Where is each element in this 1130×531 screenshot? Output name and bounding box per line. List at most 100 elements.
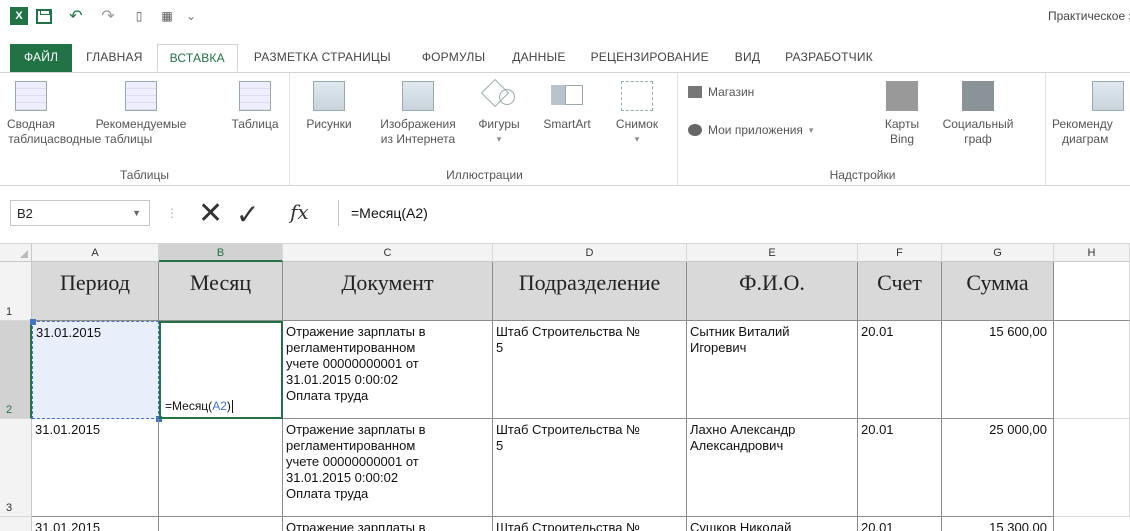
tab-data[interactable]: ДАННЫЕ [500,44,577,72]
recommended-pivot-button[interactable]: Рекомендуемые сводные таблицы [54,81,196,147]
cell-a3[interactable]: 31.01.2015 [32,419,159,517]
header-account[interactable]: Счет [858,262,942,321]
insert-function-icon[interactable]: fx [290,200,309,224]
header-month[interactable]: Месяц [159,262,283,321]
doc-line: 31.01.2015 0:00:02 [286,372,399,387]
addins-group: Магазин Мои приложения ▾ Карты Bing Соци… [680,73,1046,185]
column-header-d[interactable]: D [493,244,687,262]
cell-f2[interactable]: 20.01 [858,321,942,419]
enter-formula-icon[interactable]: ✓ [236,198,259,231]
cell-c4[interactable]: Отражение зарплаты в [283,517,493,531]
tab-formulas[interactable]: ФОРМУЛЫ [407,44,500,72]
table-button[interactable]: Таблица [224,81,286,132]
store-button[interactable]: Магазин [688,85,754,99]
cell-h3[interactable] [1054,419,1130,517]
social-graph-button[interactable]: Социальный граф [934,81,1022,147]
tab-review[interactable]: РЕЦЕНЗИРОВАНИЕ [578,44,722,72]
tab-page-layout[interactable]: РАЗМЕТКА СТРАНИЦЫ [238,44,407,72]
header-document[interactable]: Документ [283,262,493,321]
header-period[interactable]: Период [32,262,159,321]
cell-e4[interactable]: Сушков Николай [687,517,858,531]
edit-suffix: ) [226,399,231,413]
cell-e2[interactable]: Сытник Виталий Игоревич [687,321,858,419]
header-division[interactable]: Подразделение [493,262,687,321]
excel-logo-icon[interactable]: X [10,7,28,25]
row-header-1[interactable]: 1 [0,262,32,321]
cell-d2[interactable]: Штаб Строительства № 5 [493,321,687,419]
pictures-button[interactable]: Рисунки [298,81,360,132]
cell-b4[interactable] [159,517,283,531]
header-fio[interactable]: Ф.И.О. [687,262,858,321]
shapes-button[interactable]: Фигуры ▾ [472,78,526,147]
my-apps-label: Мои приложения [708,123,803,137]
form-icon[interactable]: ▦ [158,7,176,25]
tab-file[interactable]: ФАЙЛ [10,44,73,72]
cell-e3[interactable]: Лахно Александр Александрович [687,419,858,517]
row-header-3[interactable]: 3 [0,419,32,517]
redo-icon[interactable]: ↷ [96,7,120,25]
cell-f4[interactable]: 20.01 [858,517,942,531]
doc-line: регламентированном [286,438,416,453]
cell-h2[interactable] [1054,321,1130,419]
cell-g3[interactable]: 25 000,00 [942,419,1054,517]
tab-insert[interactable]: ВСТАВКА [156,44,238,72]
my-apps-dropdown-icon[interactable]: ▾ [809,125,814,136]
select-all-button[interactable] [0,244,32,262]
cell-a2[interactable]: 31.01.2015 [32,321,159,419]
cell-b3[interactable] [159,419,283,517]
pivot-table-button[interactable]: Сводная таблица [4,81,58,147]
column-header-h[interactable]: H [1054,244,1130,262]
tab-view[interactable]: ВИД [722,44,773,72]
screenshot-icon [621,81,653,111]
social-label-1: Социальный [942,117,1014,131]
column-header-g[interactable]: G [942,244,1054,262]
cell-h1[interactable] [1054,262,1130,321]
shapes-dropdown-icon[interactable]: ▾ [497,132,502,147]
header-sum[interactable]: Сумма [942,262,1054,321]
cell-d3[interactable]: Штаб Строительства № 5 [493,419,687,517]
smartart-button[interactable]: SmartArt [532,81,602,132]
bing-maps-button[interactable]: Карты Bing [876,81,928,147]
column-header-a[interactable]: A [32,244,159,262]
a2-handle-tl[interactable] [30,319,36,325]
cancel-formula-icon[interactable]: ✕ [198,196,223,231]
cell-a4[interactable]: 31.01.2015 [32,517,159,531]
column-header-c[interactable]: C [283,244,493,262]
recommended-charts-button[interactable]: Рекоменду диаграм [1052,81,1130,147]
row-header-2[interactable]: 2 [0,321,32,419]
column-header-f[interactable]: F [858,244,942,262]
formula-input[interactable]: =Месяц(A2) [338,200,1130,226]
name-box[interactable]: B2 ▼ [10,200,150,226]
name-box-dropdown-icon[interactable]: ▼ [132,208,141,218]
cell-d4[interactable]: Штаб Строительства № [493,517,687,531]
cell-b2-editor[interactable]: =Месяц(A2) [165,398,233,414]
screenshot-button[interactable]: Снимок ▾ [606,81,668,147]
tab-home[interactable]: ГЛАВНАЯ [72,44,156,72]
division-line: 5 [496,340,504,355]
tab-developer[interactable]: РАЗРАБОТЧИК [773,44,885,72]
my-apps-button[interactable]: Мои приложения ▾ [688,123,813,137]
screenshot-dropdown-icon[interactable]: ▾ [635,132,640,147]
row-header-4[interactable] [0,517,32,531]
column-header-e[interactable]: E [687,244,858,262]
cell-f3[interactable]: 20.01 [858,419,942,517]
pivot-label-2: таблица [8,132,54,146]
store-label: Магазин [708,85,755,99]
save-icon[interactable] [36,9,52,24]
store-icon [688,86,702,98]
fio-line: Лахно Александр [690,422,796,437]
cell-b2[interactable]: =Месяц(A2) [159,321,283,419]
touch-mode-icon[interactable]: ▯ [130,7,148,25]
cell-c3[interactable]: Отражение зарплаты в регламентированном … [283,419,493,517]
doc-line: Отражение зарплаты в [286,324,426,339]
cell-c2[interactable]: Отражение зарплаты в регламентированном … [283,321,493,419]
cell-g2[interactable]: 15 600,00 [942,321,1054,419]
screenshot-label: Снимок [615,117,659,131]
customize-icon[interactable]: ⌄ [184,7,198,25]
undo-icon[interactable]: ↶ [64,7,88,25]
online-pictures-button[interactable]: Изображения из Интернета [366,81,470,147]
column-header-b[interactable]: B [159,244,283,262]
formula-bar-grip-icon[interactable]: ⋮ [166,206,178,220]
cell-g4[interactable]: 15 300,00 [942,517,1054,531]
doc-line: Оплата труда [286,486,369,501]
